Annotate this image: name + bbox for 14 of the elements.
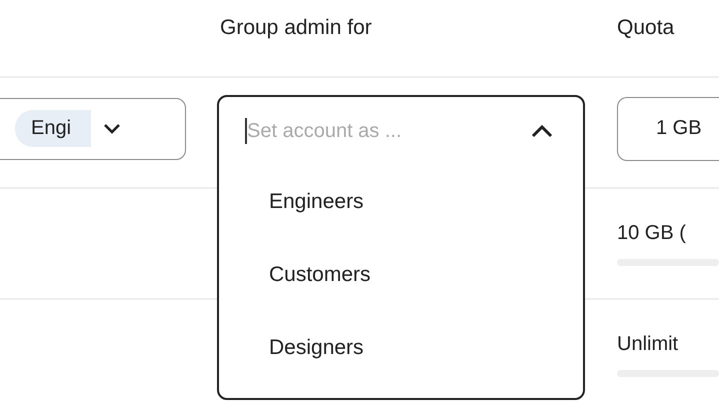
chevron-icon[interactable] — [531, 124, 553, 138]
chevron-icon — [103, 122, 121, 134]
dropdown-option[interactable]: Engineers — [219, 165, 583, 238]
column-header: Group admin for — [220, 16, 372, 40]
quota-text: Unlimit — [617, 332, 680, 356]
group-chip: Engi — [15, 110, 91, 147]
quota-text: 10 GB ( — [617, 222, 687, 244]
dropdown-option[interactable]: Designers — [219, 311, 583, 384]
groups-select[interactable]: Engi — [0, 98, 186, 160]
quota-select[interactable]: 1 GB — [617, 96, 719, 160]
column-header: Quota — [617, 16, 674, 40]
dropdown-option[interactable]: Customers — [219, 238, 583, 311]
text-cursor — [245, 118, 247, 144]
search-field[interactable]: Set account as ... — [247, 120, 487, 142]
